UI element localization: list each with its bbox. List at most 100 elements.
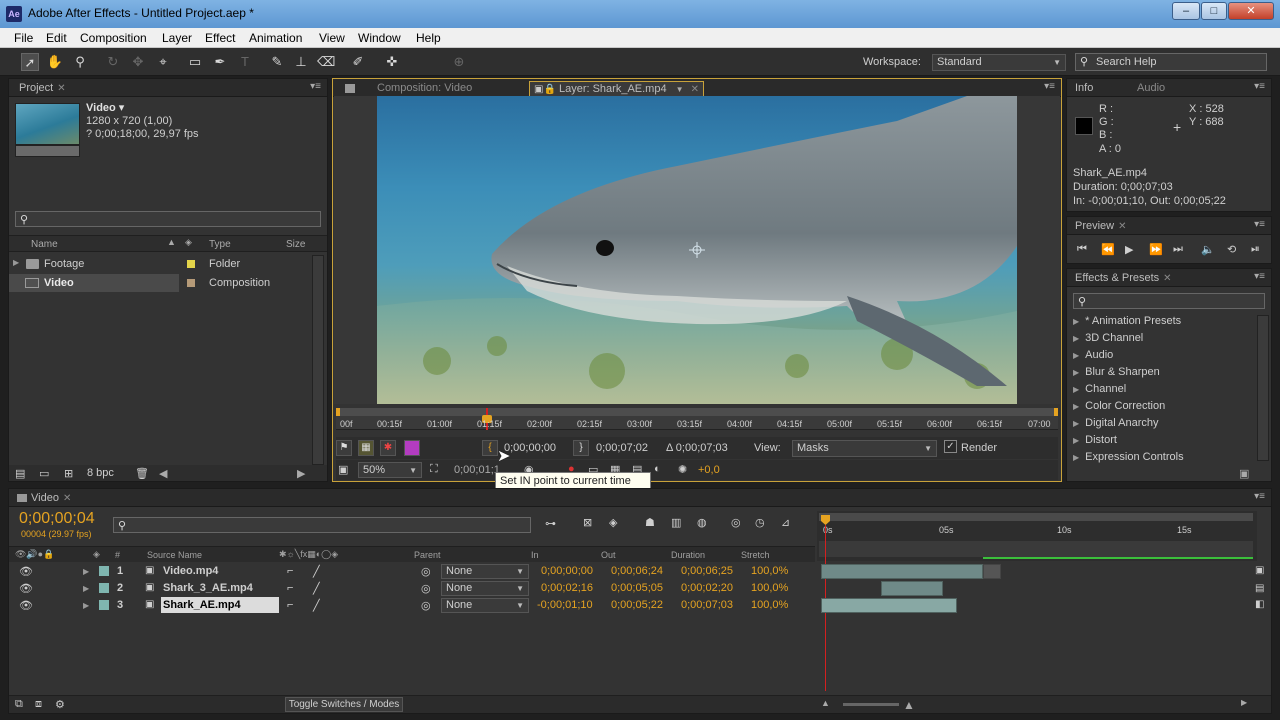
graph-editor-icon[interactable]: ⊿ bbox=[781, 516, 790, 529]
layer-button-icon[interactable]: ▤ bbox=[1255, 583, 1264, 594]
column-in[interactable]: In bbox=[531, 550, 539, 560]
close-icon[interactable]: ✕ bbox=[1163, 273, 1171, 284]
toggle-switches-modes-button[interactable]: Toggle Switches / Modes bbox=[285, 697, 403, 712]
layer-duration[interactable]: 0;00;06;25 bbox=[681, 565, 733, 577]
column-type[interactable]: Type bbox=[209, 239, 231, 250]
rectangle-tool-icon[interactable]: ▭ bbox=[186, 53, 204, 71]
solo-button-icon[interactable]: ◧ bbox=[1255, 599, 1264, 610]
column-number[interactable]: # bbox=[115, 550, 120, 560]
timeline-search-input[interactable]: ⚲ bbox=[113, 517, 531, 533]
parent-dropdown[interactable]: None ▼ bbox=[441, 581, 529, 596]
chevron-down-icon[interactable]: ▼ bbox=[676, 85, 684, 94]
interpret-footage-icon[interactable]: ▤ bbox=[15, 467, 25, 480]
video-visibility-icon[interactable]: 👁 bbox=[19, 565, 33, 578]
tab-effects-presets[interactable]: Effects & Presets ✕ bbox=[1071, 271, 1176, 287]
video-visibility-icon[interactable]: 👁 bbox=[19, 599, 33, 612]
label-swatch[interactable] bbox=[99, 566, 109, 576]
project-bpc[interactable]: 8 bpc bbox=[87, 467, 114, 479]
previous-frame-icon[interactable]: ⏪ bbox=[1101, 243, 1115, 256]
scroll-right-icon[interactable]: ▶ bbox=[1241, 698, 1247, 707]
time-navigator[interactable] bbox=[819, 541, 1253, 557]
timeline-timecode[interactable]: 0;00;00;04 bbox=[19, 510, 95, 528]
playhead-handle[interactable] bbox=[821, 515, 830, 525]
search-help-input[interactable]: ⚲ Search Help bbox=[1075, 53, 1267, 71]
work-area-bar[interactable] bbox=[819, 513, 1253, 521]
lock-icon[interactable]: ▣🔒 bbox=[534, 84, 556, 95]
effects-item[interactable]: ▶ Audio bbox=[1073, 349, 1113, 361]
parent-pick-whip-icon[interactable]: ◎ bbox=[421, 565, 431, 578]
video-frame[interactable] bbox=[377, 96, 1017, 404]
expand-layer-switches-icon[interactable]: ⧉ bbox=[15, 698, 23, 711]
current-time[interactable]: 0;00;01;1 bbox=[454, 464, 500, 476]
shy-switch-icon[interactable]: ⌐ bbox=[287, 565, 293, 577]
scroll-right-icon[interactable]: ▶ bbox=[297, 467, 305, 480]
pen-tool-icon[interactable]: ✒ bbox=[211, 53, 229, 71]
out-point-marker[interactable] bbox=[1054, 408, 1058, 416]
quality-switch-icon[interactable]: ╱ bbox=[313, 582, 320, 595]
brush-tool-icon[interactable]: ✎ bbox=[268, 53, 286, 71]
tab-timeline-video[interactable]: Video ✕ bbox=[13, 491, 75, 507]
column-out[interactable]: Out bbox=[601, 550, 616, 560]
layer-in[interactable]: -0;00;01;10 bbox=[537, 599, 593, 611]
layer-stretch[interactable]: 100,0% bbox=[751, 599, 788, 611]
layer-stretch[interactable]: 100,0% bbox=[751, 582, 788, 594]
close-icon[interactable]: ✕ bbox=[57, 83, 65, 94]
effects-item[interactable]: ▶ Color Correction bbox=[1073, 400, 1165, 412]
effects-item[interactable]: ▶ Expression Controls bbox=[1073, 451, 1184, 463]
new-composition-icon[interactable]: ⊞ bbox=[64, 467, 73, 480]
effects-item[interactable]: ▶ Blur & Sharpen bbox=[1073, 366, 1160, 378]
timeline-layer-row[interactable]: 👁 ▶ 3 ▣ Shark_AE.mp4 ⌐ ╱ ◎ None ▼ -0;00;0… bbox=[19, 597, 823, 614]
menu-animation[interactable]: Animation bbox=[249, 31, 302, 45]
layer-bar-shark3[interactable] bbox=[881, 581, 943, 596]
label-swatch[interactable] bbox=[187, 260, 195, 268]
type-tool-icon[interactable]: T bbox=[236, 53, 254, 71]
menu-effect[interactable]: Effect bbox=[205, 31, 235, 45]
maximize-button[interactable]: □ bbox=[1201, 2, 1227, 20]
selection-tool-icon[interactable]: ➚ bbox=[21, 53, 39, 71]
effects-item[interactable]: ▶ Distort bbox=[1073, 434, 1117, 446]
column-name[interactable]: Name bbox=[31, 239, 58, 250]
sort-icon[interactable]: ▲ bbox=[167, 237, 176, 247]
tab-layer-shark[interactable]: ▣🔒 Layer: Shark_AE.mp4 ▼ ✕ bbox=[529, 81, 705, 97]
frame-blending-icon[interactable]: ▥ bbox=[671, 516, 681, 529]
zoom-in-icon[interactable]: ▲ bbox=[903, 698, 915, 712]
parent-dropdown[interactable]: None ▼ bbox=[441, 598, 529, 613]
menu-edit[interactable]: Edit bbox=[46, 31, 67, 45]
comp-mini-flowchart-icon[interactable]: ⊶ bbox=[545, 517, 556, 530]
label-swatch[interactable] bbox=[99, 600, 109, 610]
label-column-icon[interactable]: ◈ bbox=[93, 549, 100, 560]
project-row-video[interactable]: Video Composition bbox=[9, 274, 327, 292]
zoom-out-icon[interactable]: ▲ bbox=[821, 698, 830, 708]
effects-scrollbar[interactable] bbox=[1257, 315, 1269, 461]
menu-layer[interactable]: Layer bbox=[162, 31, 192, 45]
mask-color-icon[interactable] bbox=[404, 440, 420, 456]
expand-icon[interactable]: ▶ bbox=[83, 567, 89, 576]
column-parent[interactable]: Parent bbox=[414, 550, 441, 560]
effects-item[interactable]: ▶ * Animation Presets bbox=[1073, 315, 1181, 327]
zoom-tool-icon[interactable]: ⚲ bbox=[71, 53, 89, 71]
column-size[interactable]: Size bbox=[286, 239, 305, 250]
region-of-interest-icon[interactable]: ⛶ bbox=[430, 463, 438, 476]
audio-icon[interactable]: 🔈 bbox=[1201, 243, 1215, 256]
out-point-time[interactable]: 0;00;07;02 bbox=[596, 442, 648, 454]
expand-modes-icon[interactable]: ⧈ bbox=[35, 698, 42, 711]
expand-in-out-icon[interactable]: ⚙ bbox=[55, 698, 65, 711]
new-folder-icon[interactable]: ▭ bbox=[39, 467, 49, 480]
timeline-ruler[interactable]: 0s 05s 10s 15s bbox=[817, 511, 1257, 561]
layer-out[interactable]: 0;00;05;22 bbox=[611, 599, 663, 611]
layer-bar-video-tail[interactable] bbox=[983, 564, 1001, 579]
layer-out[interactable]: 0;00;06;24 bbox=[611, 565, 663, 577]
layer-bar-video[interactable] bbox=[821, 564, 983, 579]
expand-icon[interactable]: ▶ bbox=[13, 258, 19, 267]
always-preview-icon[interactable]: ⚑ bbox=[336, 440, 352, 456]
effects-item[interactable]: ▶ 3D Channel bbox=[1073, 332, 1143, 344]
first-frame-icon[interactable]: ⏮ bbox=[1077, 243, 1087, 256]
close-icon[interactable]: ✕ bbox=[63, 493, 71, 504]
expand-icon[interactable]: ▶ bbox=[83, 601, 89, 610]
comp-button-icon[interactable]: ▣ bbox=[1255, 565, 1264, 576]
effects-item[interactable]: ▶ Digital Anarchy bbox=[1073, 417, 1159, 429]
expand-icon[interactable]: ▶ bbox=[83, 584, 89, 593]
panel-menu-icon[interactable]: ▾≡ bbox=[1254, 81, 1265, 92]
color-channels-icon[interactable]: ▦ bbox=[358, 440, 374, 456]
menu-view[interactable]: View bbox=[319, 31, 345, 45]
